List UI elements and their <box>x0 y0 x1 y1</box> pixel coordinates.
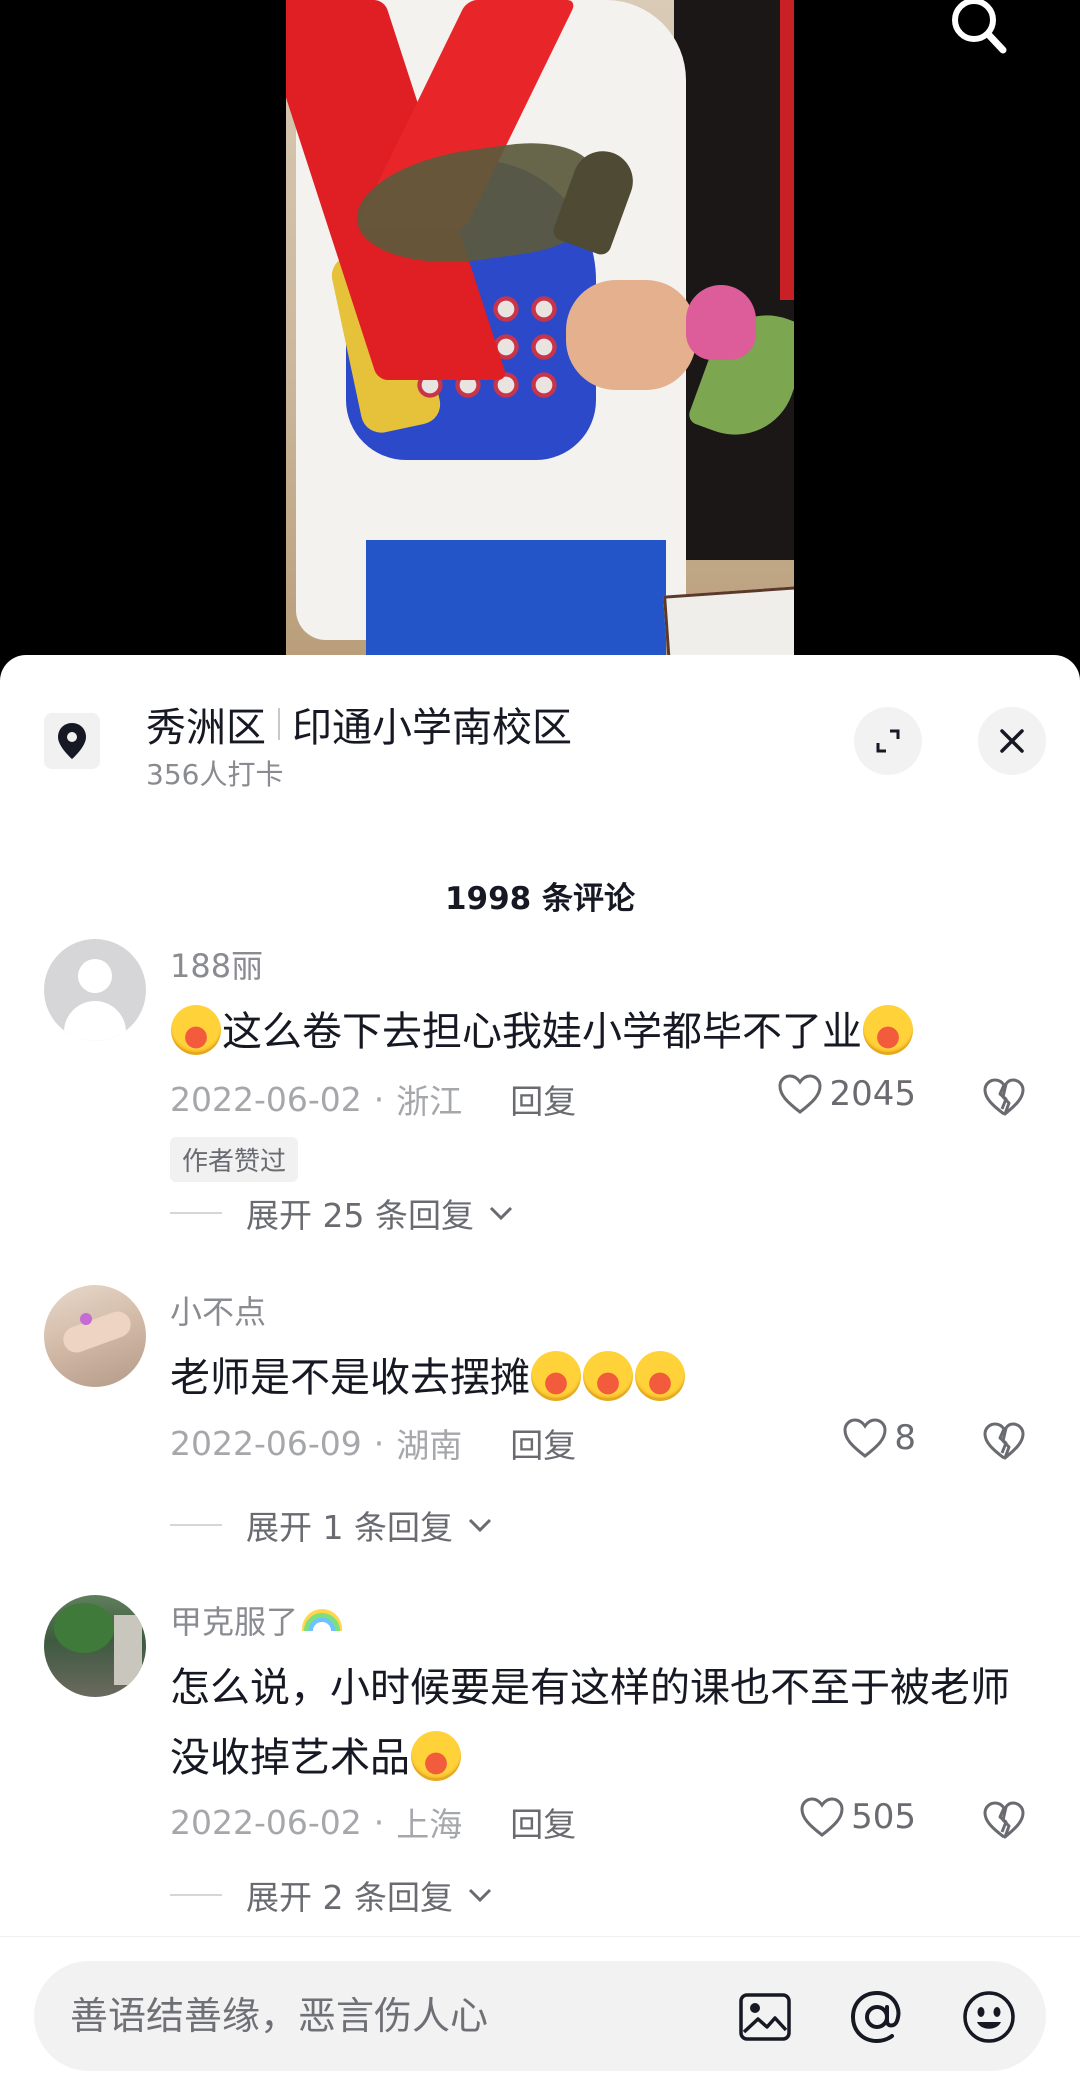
video-hand <box>566 280 696 390</box>
comment-username[interactable]: 甲克服了 <box>170 1597 343 1643</box>
comment-date: 2022-06-09 <box>170 1423 362 1463</box>
location-district: 秀洲区 <box>146 705 266 751</box>
video-frame <box>286 0 794 680</box>
comment-username-text: 甲克服了 <box>170 1603 299 1641</box>
broken-heart-icon <box>983 1801 1025 1839</box>
smiley-icon <box>963 1991 1015 2043</box>
video-rose <box>686 285 756 360</box>
avatar[interactable] <box>44 939 146 1041</box>
close-button[interactable] <box>978 707 1046 775</box>
comment-text: 怎么说，小时候要是有这样的课也不至于被老师没收掉艺术品 <box>170 1653 1040 1793</box>
divider <box>170 1524 222 1526</box>
close-icon <box>1000 729 1024 753</box>
chevron-down-icon <box>468 1518 492 1533</box>
reply-button[interactable]: 回复 <box>510 1798 576 1846</box>
dislike-button[interactable] <box>980 1796 1028 1844</box>
crying-laughing-emoji <box>171 1005 221 1055</box>
comment-meta: 2022-06-09 · 湖南 回复 <box>170 1419 576 1467</box>
expand-replies-label: 展开 25 条回复 <box>246 1196 474 1235</box>
broken-heart-icon <box>983 1422 1025 1460</box>
like-count: 505 <box>851 1797 916 1837</box>
location-place: 印通小学南校区 <box>292 705 572 751</box>
comment-text: 这么卷下去担心我娃小学都毕不了业 <box>170 997 1040 1067</box>
comment-input-bar <box>0 1936 1080 2096</box>
comment-date: 2022-06-02 <box>170 1802 362 1842</box>
expand-button[interactable] <box>854 707 922 775</box>
crying-laughing-emoji <box>583 1351 633 1401</box>
expand-replies-label: 展开 2 条回复 <box>246 1878 453 1917</box>
comment-text: 老师是不是收去摆摊 <box>170 1343 1040 1413</box>
author-liked-tag: 作者赞过 <box>170 1137 299 1182</box>
heart-icon <box>843 1418 887 1458</box>
comment-username[interactable]: 小不点 <box>170 1287 266 1333</box>
location-pin-icon <box>44 713 100 769</box>
search-button[interactable] <box>944 0 1014 60</box>
comment-input[interactable] <box>68 1961 728 2071</box>
comment-item[interactable]: 甲克服了 怎么说，小时候要是有这样的课也不至于被老师没收掉艺术品 2022-06… <box>0 1595 1080 1917</box>
like-button[interactable]: 2045 <box>777 1073 916 1115</box>
expand-replies-button[interactable]: 展开 1 条回复 <box>170 1501 493 1549</box>
like-button[interactable]: 8 <box>842 1417 916 1459</box>
dislike-button[interactable] <box>980 1417 1028 1465</box>
comment-sheet: 秀洲区 印通小学南校区 356人打卡 1998 条评论 188丽 这么卷下去担心… <box>0 655 1080 2096</box>
avatar[interactable] <box>44 1285 146 1387</box>
comment-item[interactable]: 188丽 这么卷下去担心我娃小学都毕不了业 2022-06-02 · 浙江 回复… <box>0 939 1080 1269</box>
expand-replies-label: 展开 1 条回复 <box>246 1508 453 1547</box>
like-count: 8 <box>894 1418 916 1458</box>
like-button[interactable]: 505 <box>799 1796 916 1838</box>
comment-text-body: 这么卷下去担心我娃小学都毕不了业 <box>222 1009 862 1055</box>
expand-replies-button[interactable]: 展开 25 条回复 <box>170 1189 514 1237</box>
at-icon <box>850 1990 901 2044</box>
comment-count: 1998 条评论 <box>444 881 636 917</box>
location-header[interactable]: 秀洲区 印通小学南校区 356人打卡 <box>0 655 1080 805</box>
chevron-down-icon <box>468 1888 492 1903</box>
video-red-stripe <box>780 0 794 300</box>
comment-meta: 2022-06-02 · 上海 回复 <box>170 1798 576 1846</box>
comment-input-box[interactable] <box>34 1961 1046 2071</box>
reply-button[interactable]: 回复 <box>510 1419 576 1467</box>
search-icon <box>952 0 1007 54</box>
expand-replies-button[interactable]: 展开 2 条回复 <box>170 1871 493 1919</box>
comment-region: 湖南 <box>396 1426 463 1465</box>
crying-laughing-emoji <box>531 1351 581 1401</box>
broken-heart-icon <box>983 1078 1025 1116</box>
location-checkins: 356人打卡 <box>146 758 284 791</box>
comment-date: 2022-06-02 <box>170 1079 362 1119</box>
heart-icon <box>778 1074 822 1114</box>
comment-username[interactable]: 188丽 <box>170 941 263 987</box>
crying-laughing-emoji <box>411 1731 461 1781</box>
comment-region: 上海 <box>396 1805 463 1844</box>
rainbow-emoji <box>302 1609 343 1631</box>
image-icon <box>739 1993 791 2041</box>
expand-icon <box>876 729 900 753</box>
avatar[interactable] <box>44 1595 146 1697</box>
heart-icon <box>800 1797 844 1837</box>
crying-laughing-emoji <box>863 1005 913 1055</box>
dislike-button[interactable] <box>980 1073 1028 1121</box>
location-separator <box>278 708 280 740</box>
location-title[interactable]: 秀洲区 印通小学南校区 <box>146 695 572 753</box>
comment-item[interactable]: 小不点 老师是不是收去摆摊 2022-06-09 · 湖南 回复 8 展开 1 … <box>0 1285 1080 1547</box>
like-count: 2045 <box>829 1074 916 1114</box>
reply-button[interactable]: 回复 <box>510 1075 576 1123</box>
comment-meta: 2022-06-02 · 浙江 回复 <box>170 1075 576 1123</box>
comment-region: 浙江 <box>396 1082 463 1121</box>
image-button[interactable] <box>736 1988 794 2046</box>
divider <box>170 1894 222 1896</box>
video-background-person <box>674 0 794 560</box>
video-player[interactable] <box>0 0 1080 680</box>
chevron-down-icon <box>489 1206 513 1221</box>
divider <box>170 1212 222 1214</box>
crying-laughing-emoji <box>635 1351 685 1401</box>
emoji-button[interactable] <box>960 1988 1018 2046</box>
comment-text-body: 老师是不是收去摆摊 <box>170 1355 530 1401</box>
comment-text-body: 怎么说，小时候要是有这样的课也不至于被老师没收掉艺术品 <box>170 1665 1010 1781</box>
mention-button[interactable] <box>848 1988 906 2046</box>
